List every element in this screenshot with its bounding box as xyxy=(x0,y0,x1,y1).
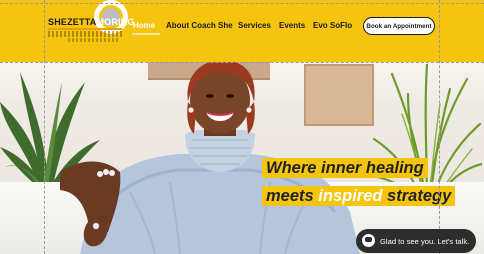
chat-bubble-icon xyxy=(362,234,375,247)
chat-widget-button[interactable]: Glad to see you. Let's talk. xyxy=(356,229,476,253)
nav-evo-soflo[interactable]: Evo SoFlo xyxy=(313,21,352,30)
logo-wordmark: SHEZETTAMORING xyxy=(48,17,135,27)
layout-guide-line xyxy=(0,62,484,63)
layout-guide-line xyxy=(44,0,45,254)
chat-widget-label: Glad to see you. Let's talk. xyxy=(380,236,470,246)
book-appointment-button[interactable]: Book an Appointment xyxy=(363,17,435,35)
site-logo[interactable]: SHEZETTAMORING xyxy=(44,0,134,46)
hero-headline-line1: Where inner healing xyxy=(262,158,428,178)
site-header: SHEZETTAMORING Home About Coach She Serv… xyxy=(0,0,484,62)
nav-active-indicator xyxy=(132,33,160,35)
hero-section: Where inner healing meets inspired strat… xyxy=(0,62,484,254)
hero-headline-line2: meets inspired strategy xyxy=(262,186,456,206)
layout-guide-line xyxy=(0,3,484,4)
logo-tagline xyxy=(48,31,124,37)
nav-home[interactable]: Home xyxy=(133,21,155,30)
nav-about-coach-she[interactable]: About Coach She xyxy=(166,21,233,30)
nav-events[interactable]: Events xyxy=(279,21,305,30)
nav-services[interactable]: Services xyxy=(238,21,271,30)
layout-guide-line xyxy=(439,0,440,254)
